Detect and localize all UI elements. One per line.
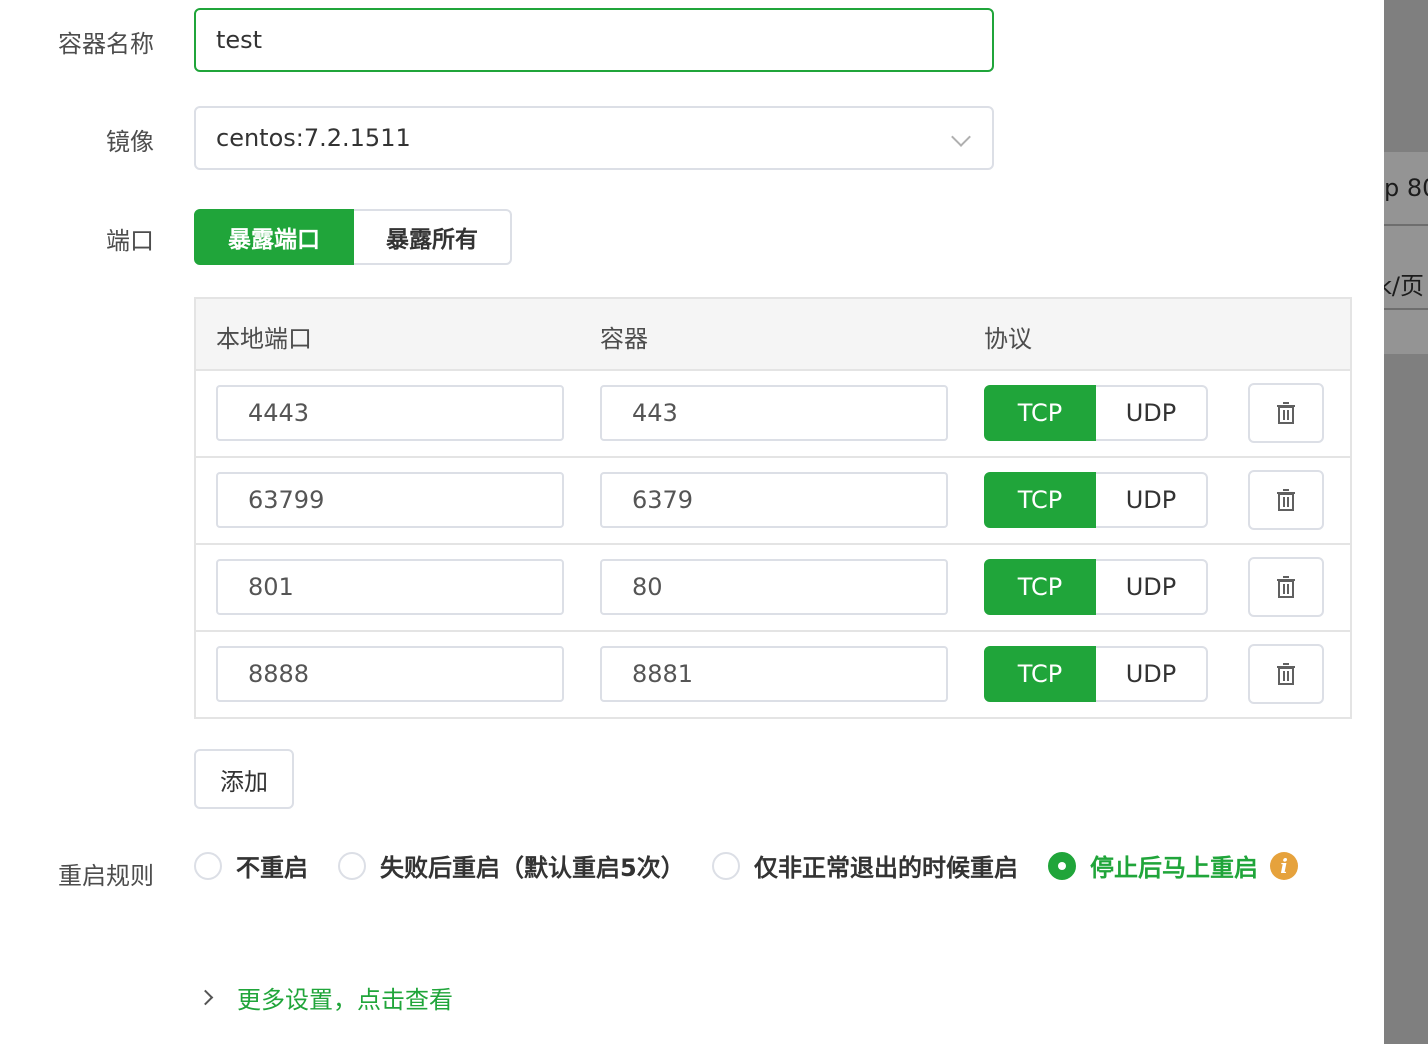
container-port-input[interactable]: 8881 [600,646,948,702]
background-text: k/页 [1384,272,1424,300]
protocol-toggle: TCP UDP [984,385,1208,441]
tcp-button[interactable]: TCP [984,646,1096,702]
container-form-dialog: 容器名称 test 镜像 centos:7.2.1511 端口 暴露端口 暴露所… [0,0,1428,1044]
port-mode-toggle: 暴露端口 暴露所有 [194,209,512,265]
expose-all-button[interactable]: 暴露所有 [354,209,512,265]
radio-icon [194,851,222,880]
restart-policy-label: 重启规则 [58,862,154,890]
delete-row-button[interactable] [1248,557,1324,617]
protocol-toggle: TCP UDP [984,559,1208,615]
protocol-toggle: TCP UDP [984,646,1208,702]
container-name-label: 容器名称 [58,30,154,58]
modal-mask-background: p 80 k/页 [1384,0,1428,1044]
udp-button[interactable]: UDP [1096,559,1208,615]
container-port-input[interactable]: 80 [600,559,948,615]
container-name-input[interactable]: test [194,8,994,72]
tcp-button[interactable]: TCP [984,472,1096,528]
background-divider [1384,308,1428,310]
delete-row-button[interactable] [1248,644,1324,704]
table-row: 801 80 TCP UDP [196,545,1350,632]
chevron-right-icon [197,989,214,1006]
container-port-input[interactable]: 443 [600,385,948,441]
add-port-button[interactable]: 添加 [194,749,294,809]
tcp-button[interactable]: TCP [984,559,1096,615]
port-label: 端口 [106,227,154,255]
background-text: p 80 [1384,174,1428,202]
info-icon[interactable]: i [1270,851,1298,880]
more-settings-link[interactable]: 更多设置，点击查看 [196,980,453,1015]
trash-icon [1277,663,1295,685]
image-label: 镜像 [106,128,154,156]
restart-option-always[interactable]: 停止后马上重启 i [1048,848,1298,883]
radio-icon [338,851,366,880]
restart-option-label: 不重启 [236,854,308,882]
protocol-toggle: TCP UDP [984,472,1208,528]
header-container-port: 容器 [600,325,648,353]
restart-option-no[interactable]: 不重启 [194,848,308,883]
udp-button[interactable]: UDP [1096,472,1208,528]
radio-checked-icon [1048,851,1076,880]
local-port-input[interactable]: 801 [216,559,564,615]
container-port-input[interactable]: 6379 [600,472,948,528]
port-mapping-table: 本地端口 容器 协议 4443 443 TCP UDP 63799 6379 T… [194,297,1352,719]
table-row: 8888 8881 TCP UDP [196,632,1350,719]
header-protocol: 协议 [984,325,1032,353]
trash-icon [1277,489,1295,511]
image-select[interactable]: centos:7.2.1511 [194,106,994,170]
trash-icon [1277,576,1295,598]
local-port-input[interactable]: 8888 [216,646,564,702]
table-row: 63799 6379 TCP UDP [196,458,1350,545]
udp-button[interactable]: UDP [1096,385,1208,441]
delete-row-button[interactable] [1248,470,1324,530]
local-port-input[interactable]: 63799 [216,472,564,528]
expose-ports-button[interactable]: 暴露端口 [194,209,354,265]
table-row: 4443 443 TCP UDP [196,371,1350,458]
restart-option-unless-normal[interactable]: 仅非正常退出的时候重启 [712,848,1018,883]
restart-option-label: 仅非正常退出的时候重启 [754,854,1018,882]
chevron-down-icon [951,127,971,147]
table-header: 本地端口 容器 协议 [196,299,1350,371]
restart-option-label: 失败后重启（默认重启5次） [380,854,685,882]
local-port-input[interactable]: 4443 [216,385,564,441]
image-select-value: centos:7.2.1511 [216,124,411,152]
trash-icon [1277,402,1295,424]
restart-option-on-failure[interactable]: 失败后重启（默认重启5次） [338,848,685,883]
tcp-button[interactable]: TCP [984,385,1096,441]
background-divider [1384,224,1428,226]
restart-option-label: 停止后马上重启 [1090,854,1258,882]
radio-icon [712,851,740,880]
more-settings-label: 更多设置，点击查看 [237,986,453,1014]
delete-row-button[interactable] [1248,383,1324,443]
header-local-port: 本地端口 [216,325,312,353]
udp-button[interactable]: UDP [1096,646,1208,702]
